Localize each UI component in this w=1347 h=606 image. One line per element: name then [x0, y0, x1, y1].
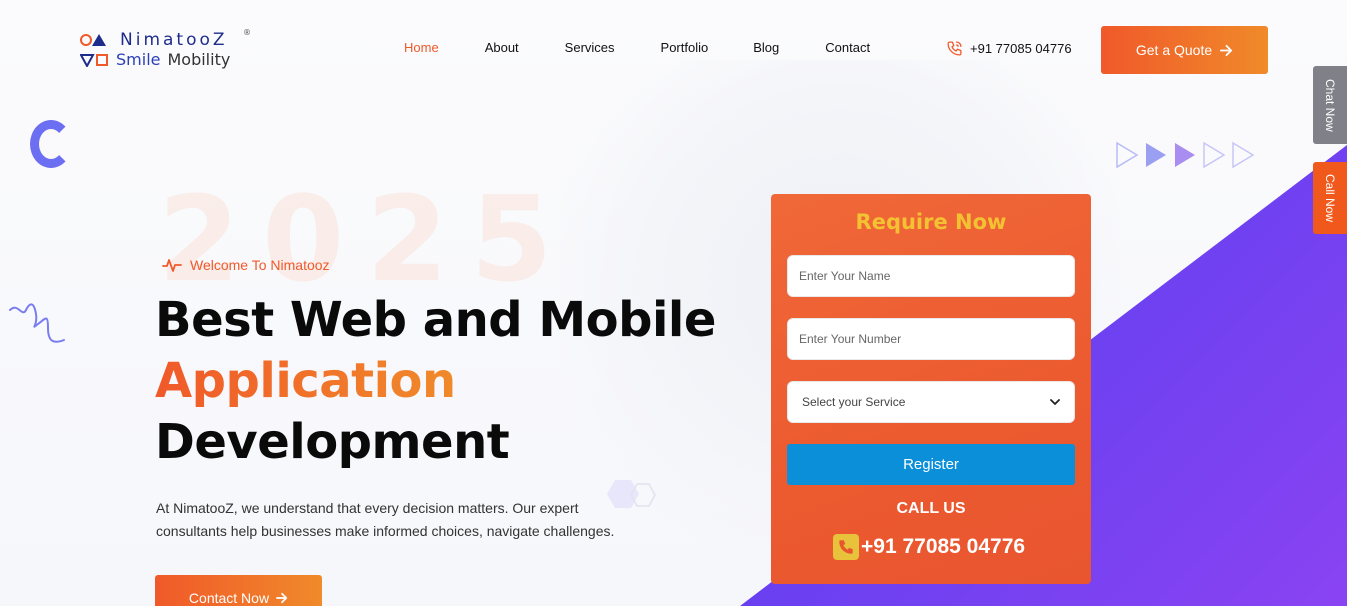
arrow-right-icon — [1220, 44, 1233, 56]
hero-title-accent: Application — [155, 353, 456, 409]
contact-now-button[interactable]: Contact Now — [155, 575, 322, 606]
call-us-heading: CALL US — [896, 500, 966, 517]
main-navigation: Home About Services Portfolio Blog Conta… — [404, 40, 870, 55]
welcome-tagline: Welcome To Nimatooz — [162, 257, 330, 273]
chevron-down-icon — [1050, 398, 1060, 405]
logo-text-smile: Smile — [116, 50, 161, 69]
year-watermark: 2025 — [158, 170, 575, 308]
get-quote-label: Get a Quote — [1135, 42, 1213, 58]
nav-item-home[interactable]: Home — [404, 40, 439, 55]
service-select-value: Select your Service — [802, 395, 906, 409]
decorative-squiggle-icon — [9, 303, 65, 343]
logo-shapes-icon — [80, 34, 106, 46]
phone-icon — [833, 534, 859, 560]
nav-item-blog[interactable]: Blog — [753, 40, 779, 55]
chat-now-tab[interactable]: Chat Now — [1313, 66, 1347, 144]
welcome-text: Welcome To Nimatooz — [190, 257, 330, 273]
hero-title-line3: Development — [155, 414, 510, 470]
register-button[interactable]: Register — [787, 444, 1075, 485]
decorative-arrows-icon — [1116, 141, 1255, 169]
service-select[interactable]: Select your Service — [787, 381, 1075, 423]
nav-item-portfolio[interactable]: Portfolio — [661, 40, 709, 55]
decorative-c-shape — [30, 120, 72, 168]
header-phone-number: +91 77085 04776 — [970, 41, 1072, 56]
form-title: Require Now — [855, 210, 1007, 234]
logo-bottom-row: Smile Mobility — [80, 50, 230, 69]
phone-ring-icon — [947, 41, 962, 56]
form-phone-number: +91 77085 04776 — [861, 535, 1026, 558]
background-pattern — [1080, 80, 1260, 190]
logo-text-mobility: Mobility — [167, 50, 231, 69]
require-now-form: Require Now Select your Service Register… — [771, 194, 1091, 584]
header-phone[interactable]: +91 77085 04776 — [946, 40, 1072, 57]
registered-mark: ® — [243, 28, 251, 37]
hero-title-line1: Best Web and Mobile — [155, 292, 716, 348]
nav-item-about[interactable]: About — [485, 40, 519, 55]
hero-description: At NimatooZ, we understand that every de… — [156, 500, 615, 539]
call-now-tab[interactable]: Call Now — [1313, 162, 1347, 234]
hero-title: Best Web and Mobile Application Developm… — [155, 290, 716, 473]
name-input[interactable] — [787, 255, 1075, 297]
get-quote-button[interactable]: Get a Quote — [1101, 26, 1268, 74]
logo-top-row: NimatooZ — [80, 30, 228, 50]
pulse-icon — [162, 259, 182, 272]
nav-item-services[interactable]: Services — [565, 40, 615, 55]
number-input[interactable] — [787, 318, 1075, 360]
arrow-right-icon — [276, 592, 288, 604]
nav-item-contact[interactable]: Contact — [825, 40, 870, 55]
contact-now-label: Contact Now — [188, 590, 270, 606]
logo-text-nimatooz: NimatooZ — [120, 30, 228, 50]
brand-logo[interactable]: NimatooZ Smile Mobility ® — [80, 28, 255, 76]
logo-shapes-icon — [80, 53, 108, 67]
form-phone[interactable]: +91 77085 04776 — [833, 534, 1025, 560]
